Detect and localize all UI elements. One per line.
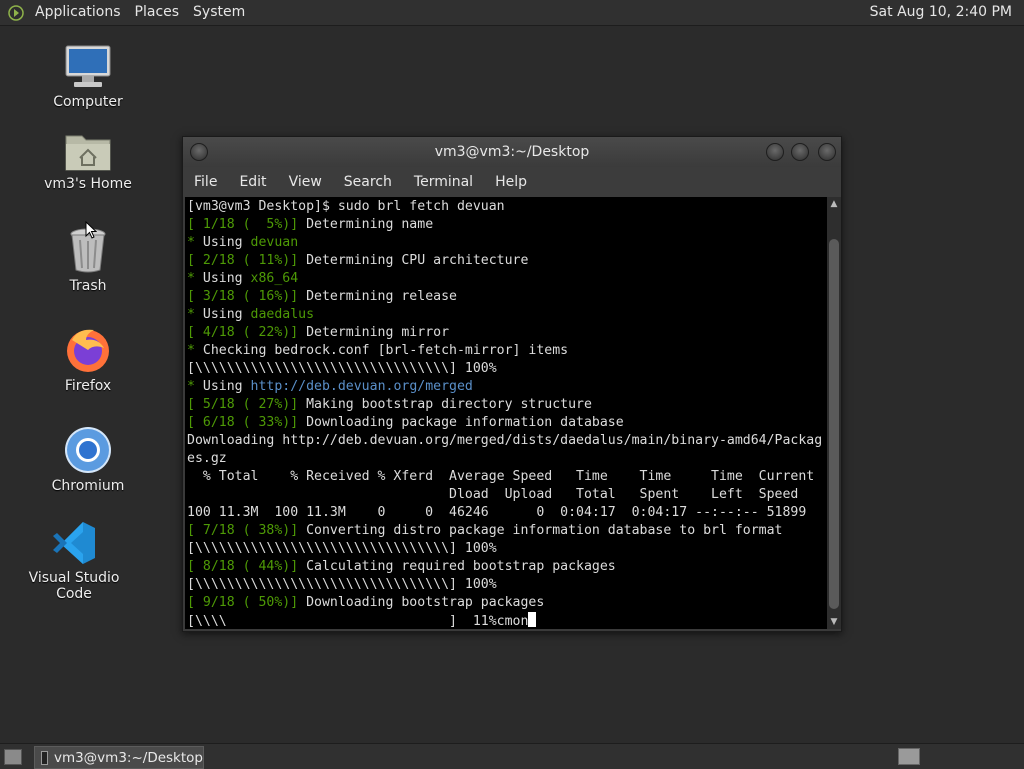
terminal-line: * Using daedalus: [187, 307, 315, 322]
scrollbar-thumb[interactable]: [829, 239, 839, 609]
terminal-text: [vm3@vm3 Desktop]$ sudo brl fetch devuan…: [185, 197, 827, 629]
taskbar-item-terminal[interactable]: vm3@vm3:~/Desktop: [34, 746, 204, 769]
maximize-button[interactable]: [791, 143, 809, 161]
terminal-line: * Using x86_64: [187, 271, 299, 286]
desktop-icon-firefox[interactable]: Firefox: [33, 326, 143, 394]
workspace-switcher[interactable]: [898, 748, 920, 765]
menu-terminal[interactable]: Terminal: [403, 174, 484, 190]
terminal-menubar: File Edit View Search Terminal Help: [183, 167, 841, 197]
top-panel: Applications Places System Sat Aug 10, 2…: [0, 0, 1024, 26]
desktop-icon-label: vm3's Home: [44, 176, 132, 192]
terminal-output[interactable]: [vm3@vm3 Desktop]$ sudo brl fetch devuan…: [185, 197, 827, 629]
menu-help[interactable]: Help: [484, 174, 538, 190]
terminal-icon: [41, 750, 48, 765]
terminal-line: [\\\\\\\\\\\\\\\\\\\\\\\\\\\\\\\\] 100%: [187, 361, 497, 376]
terminal-line: es.gz: [187, 451, 227, 466]
menu-search[interactable]: Search: [333, 174, 403, 190]
terminal-line: [ 4/18 ( 22%)] Determining mirror: [187, 325, 450, 340]
home-folder-icon: [65, 135, 111, 171]
text-cursor: [528, 612, 537, 627]
clock[interactable]: Sat Aug 10, 2:40 PM: [870, 0, 1012, 25]
terminal-window[interactable]: vm3@vm3:~/Desktop File Edit View Search …: [182, 136, 842, 632]
desktop-icon-computer[interactable]: Computer: [33, 44, 143, 110]
terminal-line: [ 2/18 ( 11%)] Determining CPU architect…: [187, 253, 529, 268]
terminal-line: [vm3@vm3 Desktop]$ sudo brl fetch devuan: [187, 199, 505, 214]
terminal-line: 100 11.3M 100 11.3M 0 0 46246 0 0:04:17 …: [187, 505, 807, 520]
window-titlebar[interactable]: vm3@vm3:~/Desktop: [183, 137, 841, 167]
menu-file[interactable]: File: [183, 174, 228, 190]
terminal-line: [\\\\\\\\\\\\\\\\\\\\\\\\\\\\\\\\] 100%: [187, 577, 497, 592]
terminal-line: * Using http://deb.devuan.org/merged: [187, 379, 473, 394]
terminal-line: [ 1/18 ( 5%)] Determining name: [187, 217, 434, 232]
menu-places[interactable]: Places: [128, 0, 187, 25]
terminal-line: [\\\\ ] 11%cmon: [187, 612, 827, 629]
mouse-pointer-icon: [85, 221, 97, 239]
firefox-icon: [67, 329, 109, 372]
desktop-icon-label: Visual Studio Code: [28, 570, 120, 602]
terminal-line: Downloading http://deb.devuan.org/merged…: [187, 433, 823, 448]
bottom-panel: vm3@vm3:~/Desktop: [0, 743, 1024, 769]
terminal-line: [ 3/18 ( 16%)] Determining release: [187, 289, 457, 304]
menu-system[interactable]: System: [186, 0, 252, 25]
computer-icon: [65, 45, 111, 87]
show-desktop-icon[interactable]: [4, 749, 22, 765]
desktop-icon-label: Trash: [69, 278, 107, 294]
terminal-line: [\\\\\\\\\\\\\\\\\\\\\\\\\\\\\\\\] 100%: [187, 541, 497, 556]
minimize-button[interactable]: [766, 143, 784, 161]
menu-view[interactable]: View: [278, 174, 333, 190]
menu-edit[interactable]: Edit: [228, 174, 277, 190]
scroll-up-arrow-icon[interactable]: ▲: [827, 197, 841, 211]
desktop-icon-home[interactable]: vm3's Home: [33, 128, 143, 192]
terminal-line: [ 9/18 ( 50%)] Downloading bootstrap pac…: [187, 595, 545, 610]
scroll-down-arrow-icon[interactable]: ▼: [827, 615, 841, 629]
top-menu: Applications Places System: [0, 0, 252, 25]
desktop-icon-label: Firefox: [64, 378, 112, 394]
terminal-line: [ 5/18 ( 27%)] Making bootstrap director…: [187, 397, 592, 412]
terminal-line: * Checking bedrock.conf [brl-fetch-mirro…: [187, 343, 569, 358]
vscode-icon: [53, 522, 95, 564]
terminal-line: * Using devuan: [187, 235, 299, 250]
desktop-icon-chromium[interactable]: Chromium: [33, 426, 143, 494]
close-button[interactable]: [818, 143, 836, 161]
terminal-line: [ 7/18 ( 38%)] Converting distro package…: [187, 523, 783, 538]
chromium-icon: [65, 427, 111, 473]
desktop-icon-label: Computer: [53, 94, 123, 110]
terminal-line: Dload Upload Total Spent Left Speed: [187, 487, 799, 502]
menu-applications[interactable]: Applications: [28, 0, 128, 25]
terminal-scrollbar[interactable]: ▲ ▼: [827, 197, 841, 629]
desktop-icon-vscode[interactable]: Visual Studio Code: [19, 520, 129, 602]
terminal-line: [ 8/18 ( 44%)] Calculating required boot…: [187, 559, 616, 574]
terminal-line: % Total % Received % Xferd Average Speed…: [187, 469, 815, 484]
desktop-icon-label: Chromium: [51, 478, 125, 494]
taskbar-item-label: vm3@vm3:~/Desktop: [53, 749, 203, 766]
distro-logo-icon[interactable]: [8, 4, 24, 21]
terminal-line: [ 6/18 ( 33%)] Downloading package infor…: [187, 415, 624, 430]
window-title: vm3@vm3:~/Desktop: [434, 144, 590, 160]
